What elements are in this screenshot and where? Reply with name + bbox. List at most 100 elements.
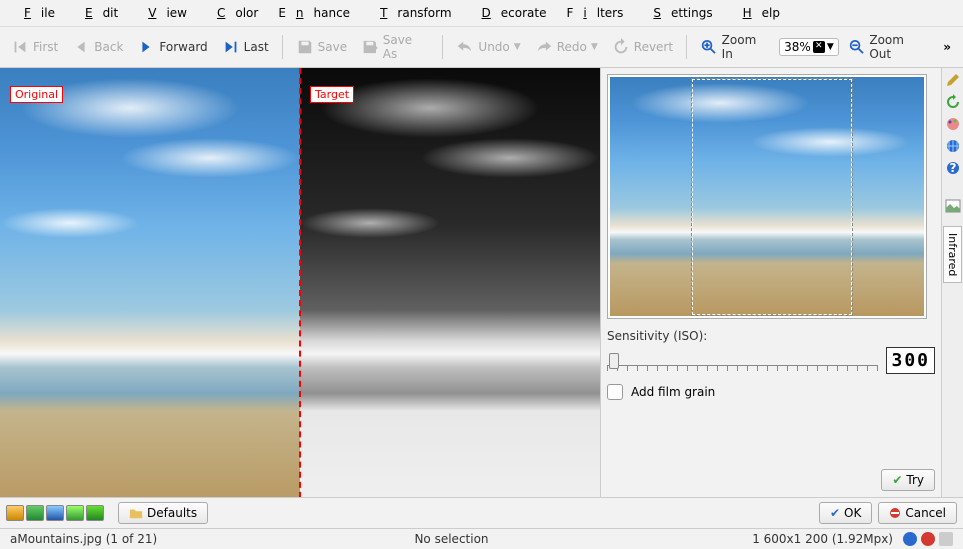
preset-5[interactable] bbox=[86, 505, 104, 521]
toolbar-overflow[interactable]: » bbox=[937, 40, 957, 54]
menu-decorate[interactable]: Decorate bbox=[462, 2, 557, 24]
sensitivity-label: Sensitivity (ISO): bbox=[607, 329, 707, 343]
preset-3[interactable] bbox=[46, 505, 64, 521]
menu-filters[interactable]: Filters bbox=[556, 2, 633, 24]
film-grain-label: Add film grain bbox=[631, 385, 715, 399]
toolbar: First Back Forward Last Save Save As Und… bbox=[0, 27, 963, 68]
sensitivity-slider[interactable] bbox=[607, 351, 878, 371]
chevron-down-icon: ▼ bbox=[591, 42, 598, 52]
side-panel: Sensitivity (ISO): 300 Add film grain ✔ … bbox=[600, 68, 963, 497]
canvas[interactable]: Original Target bbox=[0, 68, 600, 497]
redo-icon bbox=[535, 38, 553, 56]
first-button[interactable]: First bbox=[6, 35, 63, 59]
main-area: Original Target Sensitivity (ISO): bbox=[0, 68, 963, 497]
preset-1[interactable] bbox=[6, 505, 24, 521]
status-file: aMountains.jpg (1 of 21) bbox=[10, 532, 304, 546]
chevron-down-icon[interactable]: ▼ bbox=[827, 42, 834, 52]
separator bbox=[282, 35, 283, 59]
film-grain-checkbox[interactable] bbox=[607, 384, 623, 400]
pencil-icon[interactable] bbox=[945, 72, 961, 88]
zoom-out-button[interactable]: Zoom Out bbox=[843, 30, 934, 64]
last-icon bbox=[222, 38, 240, 56]
zoom-out-label: Zoom Out bbox=[869, 33, 928, 61]
save-as-button[interactable]: Save As bbox=[356, 30, 434, 64]
slider-thumb[interactable] bbox=[609, 353, 619, 369]
redo-button[interactable]: Redo ▼ bbox=[530, 35, 603, 59]
save-label: Save bbox=[318, 40, 347, 54]
bottom-bar: Defaults ✔ OK Cancel bbox=[0, 497, 963, 528]
first-label: First bbox=[33, 40, 58, 54]
sensitivity-value[interactable]: 300 bbox=[886, 347, 935, 374]
check-icon: ✔ bbox=[830, 506, 840, 520]
save-button[interactable]: Save bbox=[291, 35, 352, 59]
menu-enhance[interactable]: Enhance bbox=[268, 2, 360, 24]
forward-icon bbox=[137, 38, 155, 56]
preset-strip bbox=[6, 505, 104, 521]
revert-button[interactable]: Revert bbox=[607, 35, 678, 59]
try-button[interactable]: ✔ Try bbox=[881, 469, 935, 491]
save-as-label: Save As bbox=[383, 33, 430, 61]
menu-color[interactable]: Color bbox=[197, 2, 268, 24]
alert-icon[interactable] bbox=[921, 532, 935, 546]
controls: Sensitivity (ISO): 300 Add film grain ✔ … bbox=[601, 68, 941, 497]
zoom-value: 38% bbox=[784, 40, 811, 54]
monitor-icon[interactable] bbox=[939, 532, 953, 546]
last-button[interactable]: Last bbox=[217, 35, 274, 59]
status-selection: No selection bbox=[304, 532, 598, 546]
folder-icon bbox=[129, 506, 143, 520]
selection-box[interactable] bbox=[692, 79, 852, 315]
info-icon[interactable] bbox=[903, 532, 917, 546]
back-button[interactable]: Back bbox=[67, 35, 128, 59]
tool-strip: ? Infrared bbox=[941, 68, 963, 497]
check-icon: ✔ bbox=[892, 473, 902, 487]
back-icon bbox=[72, 38, 90, 56]
refresh-icon[interactable] bbox=[945, 94, 961, 110]
separator bbox=[442, 35, 443, 59]
zoom-in-label: Zoom In bbox=[722, 33, 770, 61]
menubar: File Edit View Color Enhance Transform D… bbox=[0, 0, 963, 27]
menu-file[interactable]: File bbox=[4, 2, 65, 24]
back-label: Back bbox=[94, 40, 123, 54]
svg-text:?: ? bbox=[949, 161, 956, 175]
preset-2[interactable] bbox=[26, 505, 44, 521]
ok-label: OK bbox=[844, 506, 861, 520]
help-icon[interactable]: ? bbox=[945, 160, 961, 176]
status-dimensions: 1 600x1 200 (1.92Mpx) bbox=[599, 532, 903, 546]
preview[interactable] bbox=[607, 74, 927, 319]
chevron-down-icon: ▼ bbox=[514, 42, 521, 52]
zoom-level[interactable]: 38% ✕ ▼ bbox=[779, 38, 839, 56]
menu-edit[interactable]: Edit bbox=[65, 2, 128, 24]
separator bbox=[686, 35, 687, 59]
cancel-button[interactable]: Cancel bbox=[878, 502, 957, 524]
status-icons bbox=[903, 532, 953, 546]
infrared-tab[interactable]: Infrared bbox=[943, 226, 962, 283]
clear-icon[interactable]: ✕ bbox=[813, 41, 825, 53]
target-image bbox=[300, 68, 600, 497]
menu-transform[interactable]: Transform bbox=[360, 2, 461, 24]
zoom-in-icon bbox=[700, 38, 718, 56]
try-label: Try bbox=[906, 473, 924, 487]
undo-button[interactable]: Undo ▼ bbox=[451, 35, 525, 59]
menu-settings[interactable]: Settings bbox=[633, 2, 722, 24]
split-divider[interactable] bbox=[299, 68, 301, 497]
palette-icon[interactable] bbox=[945, 116, 961, 132]
last-label: Last bbox=[244, 40, 269, 54]
target-label: Target bbox=[310, 86, 354, 103]
undo-icon bbox=[456, 38, 474, 56]
ok-button[interactable]: ✔ OK bbox=[819, 502, 872, 524]
original-label: Original bbox=[10, 86, 63, 103]
globe-icon[interactable] bbox=[945, 138, 961, 154]
original-image bbox=[0, 68, 300, 497]
preset-4[interactable] bbox=[66, 505, 84, 521]
forward-button[interactable]: Forward bbox=[132, 35, 212, 59]
image-icon[interactable] bbox=[945, 198, 961, 214]
menu-view[interactable]: View bbox=[128, 2, 197, 24]
revert-label: Revert bbox=[634, 40, 673, 54]
undo-label: Undo bbox=[478, 40, 509, 54]
zoom-in-button[interactable]: Zoom In bbox=[695, 30, 775, 64]
menu-help[interactable]: Help bbox=[723, 2, 790, 24]
forward-label: Forward bbox=[159, 40, 207, 54]
cancel-icon bbox=[889, 507, 901, 519]
save-as-icon bbox=[361, 38, 379, 56]
defaults-button[interactable]: Defaults bbox=[118, 502, 208, 524]
